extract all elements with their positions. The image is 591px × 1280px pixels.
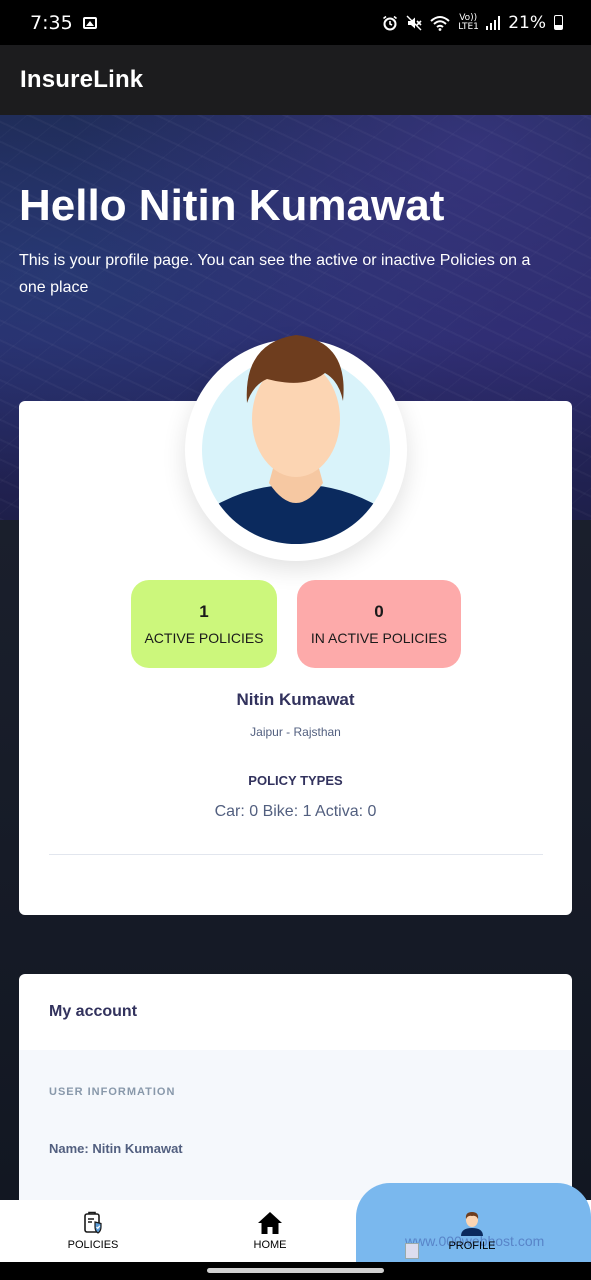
card-divider [49, 854, 543, 855]
status-left: 7:35 [30, 12, 97, 34]
account-title: My account [49, 1003, 138, 1020]
signal-icon [486, 15, 501, 30]
policy-types-heading: POLICY TYPES [248, 773, 343, 788]
user-avatar-icon [461, 1212, 483, 1236]
status-bar: 7:35 Vo)) LTE1 21% [0, 0, 591, 45]
wifi-icon [430, 15, 450, 31]
network-label: Vo)) LTE1 [458, 12, 479, 32]
broken-image-icon [405, 1243, 419, 1259]
inactive-policies-stat[interactable]: 0 IN ACTIVE POLICIES [297, 580, 461, 668]
inactive-policies-label: IN ACTIVE POLICIES [310, 630, 448, 646]
user-information-heading: USER INFORMATION [49, 1086, 176, 1098]
active-policies-stat[interactable]: 1 ACTIVE POLICIES [131, 580, 277, 668]
nav-policies-label: POLICIES [67, 1239, 119, 1251]
home-gesture-handle[interactable] [207, 1268, 384, 1273]
battery-percent: 21% [508, 12, 546, 33]
profile-location: Jaipur - Rajsthan [250, 725, 341, 739]
home-icon [258, 1212, 282, 1234]
active-policies-label: ACTIVE POLICIES [144, 630, 264, 646]
alarm-icon [383, 15, 398, 30]
profile-name: Nitin Kumawat [236, 690, 355, 709]
nav-home[interactable]: HOME [230, 1200, 310, 1262]
greeting-title: Hello Nitin Kumawat [19, 181, 445, 230]
user-name-line: Name: Nitin Kumawat [49, 1141, 183, 1156]
system-gesture-area [0, 1262, 591, 1280]
greeting-subtitle: This is your profile page. You can see t… [19, 252, 531, 296]
status-right: Vo)) LTE1 21% [382, 13, 563, 33]
mute-icon [406, 15, 422, 30]
status-time: 7:35 [30, 11, 73, 34]
gallery-icon [82, 16, 97, 29]
nav-policies[interactable]: POLICIES [53, 1200, 133, 1262]
nav-profile-label: PROFILE [448, 1240, 496, 1252]
user-avatar-illustration [202, 335, 390, 544]
account-card: My account USER INFORMATION Name: Nitin … [19, 974, 572, 1214]
app-bar: InsureLink [0, 45, 591, 115]
nav-home-label: HOME [253, 1239, 287, 1251]
inactive-policies-count: 0 [374, 602, 384, 621]
avatar [185, 333, 407, 561]
nav-profile[interactable]: PROFILE [432, 1200, 512, 1262]
policy-shield-icon [84, 1211, 102, 1234]
app-title: InsureLink [20, 66, 144, 93]
battery-icon [554, 15, 563, 30]
active-policies-count: 1 [199, 602, 209, 621]
policy-types-values: Car: 0 Bike: 1 Activa: 0 [214, 803, 377, 820]
